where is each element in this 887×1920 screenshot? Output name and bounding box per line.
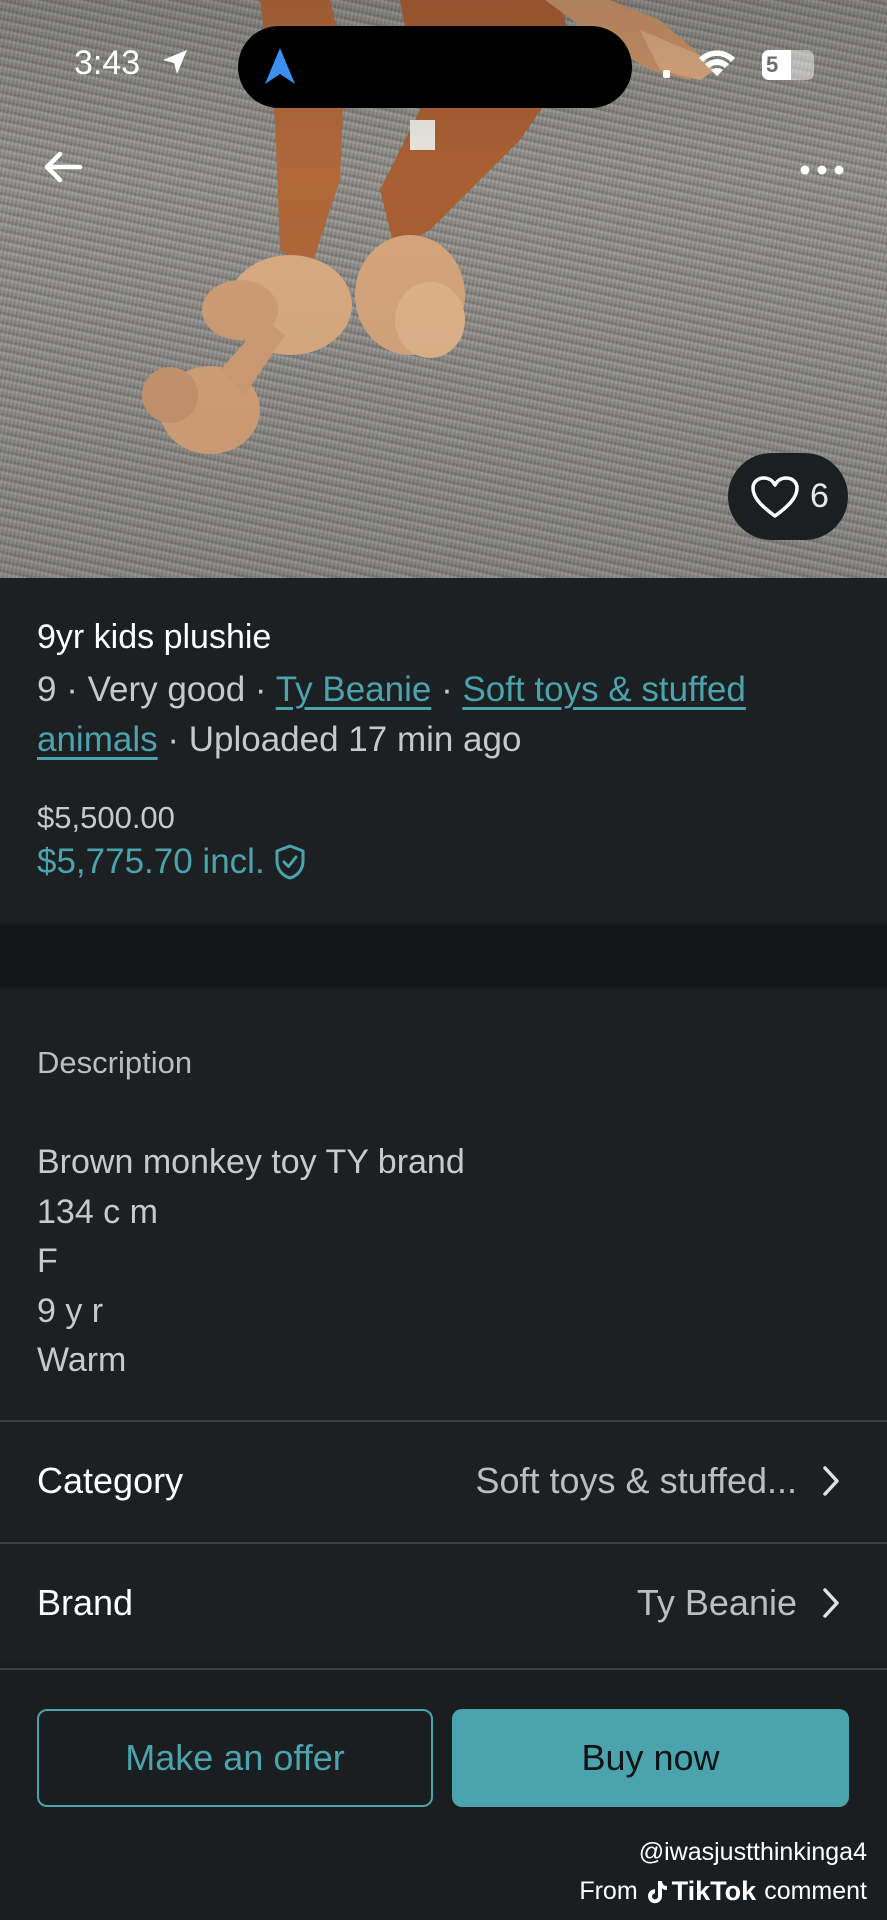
- description-text: Brown monkey toy TY brand 134 c m F 9 y …: [37, 1138, 465, 1386]
- category-value: Soft toys & stuffed...: [475, 1460, 797, 1501]
- tiktok-logo: TikTok: [646, 1876, 757, 1907]
- item-price: $5,500.00: [37, 800, 175, 835]
- tiktok-wordmark: TikTok: [671, 1876, 757, 1906]
- tiktok-note-icon: [647, 1880, 667, 1903]
- favourite-count: 6: [810, 477, 829, 515]
- brand-label: Brand: [37, 1582, 134, 1623]
- brand-value: Ty Beanie: [636, 1582, 797, 1623]
- category-label: Category: [37, 1460, 184, 1501]
- buy-now-button[interactable]: Buy now: [452, 1709, 849, 1807]
- location-arrow-icon: [163, 50, 187, 74]
- meta-separator: ·: [431, 670, 463, 709]
- more-options-icon[interactable]: [797, 160, 847, 180]
- condition-value: Very good: [87, 670, 246, 709]
- heart-icon: [751, 475, 799, 518]
- description-line: 9 y r: [37, 1291, 104, 1330]
- brand-row[interactable]: Brand Ty Beanie: [0, 1542, 887, 1662]
- uploaded-time: Uploaded 17 min ago: [188, 720, 522, 759]
- description-line: F: [37, 1242, 58, 1280]
- watermark-source: From TikTok comment: [579, 1876, 867, 1907]
- navigation-arrow-icon: [265, 48, 295, 84]
- watermark-from-text: From: [579, 1877, 638, 1905]
- description-line: Warm: [37, 1341, 127, 1379]
- description-line: Brown monkey toy TY brand: [37, 1143, 465, 1181]
- status-time: 3:43: [74, 44, 141, 82]
- category-link-continued[interactable]: animals: [37, 720, 158, 759]
- meta-separator: ·: [56, 670, 88, 709]
- listing-title: 9yr kids plushie: [37, 618, 272, 656]
- chevron-right-icon: [823, 1588, 839, 1618]
- brand-link[interactable]: Ty Beanie: [276, 670, 432, 709]
- chevron-right-icon: [823, 1466, 839, 1496]
- meta-separator: ·: [245, 670, 276, 709]
- meta-separator: ·: [157, 720, 189, 759]
- listing-meta: 9 · Very good · Ty Beanie · Soft toys & …: [37, 665, 847, 765]
- favourite-button[interactable]: 6: [728, 453, 848, 540]
- battery-level: 5: [766, 52, 779, 77]
- description-label: Description: [37, 1045, 193, 1080]
- category-row[interactable]: Category Soft toys & stuffed...: [0, 1420, 887, 1540]
- price-incl-value: $5,775.70 incl.: [37, 842, 265, 881]
- section-divider: [0, 924, 887, 988]
- watermark-handle: @iwasjustthinkinga4: [638, 1838, 867, 1866]
- description-line: 134 c m: [37, 1192, 158, 1231]
- category-link[interactable]: Soft toys & stuffed: [462, 670, 745, 709]
- price-incl-protection[interactable]: $5,775.70 incl.: [37, 842, 307, 882]
- battery-icon: 5: [762, 50, 814, 80]
- watermark-suffix: comment: [764, 1877, 867, 1905]
- back-arrow-icon[interactable]: [40, 145, 84, 189]
- listing-page: 3:43 5 6 9yr kids plushie 9 · Very good …: [0, 0, 887, 1920]
- size-value: 9: [37, 670, 57, 709]
- make-offer-button[interactable]: Make an offer: [37, 1709, 433, 1807]
- shield-check-icon: [275, 844, 305, 880]
